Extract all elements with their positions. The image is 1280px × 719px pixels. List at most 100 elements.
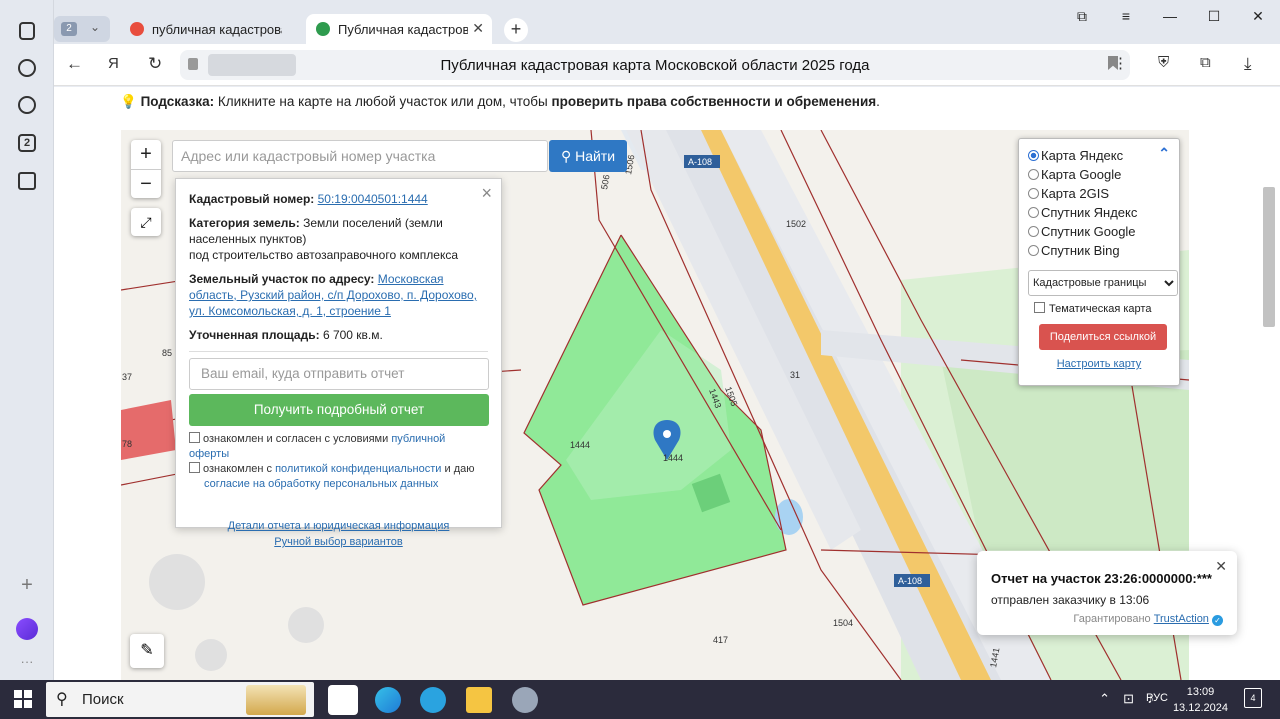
lightbulb-icon: 💡: [120, 94, 137, 109]
search-icon: ⚲: [560, 148, 576, 164]
parcel-label: 1504: [833, 618, 853, 628]
fullscreen-icon[interactable]: ⤢: [131, 208, 161, 236]
privacy-policy-link[interactable]: политикой конфиденциальности: [275, 463, 441, 475]
back-icon[interactable]: ←: [66, 54, 83, 74]
edge-taskbar-icon[interactable]: [375, 687, 401, 713]
radio[interactable]: [1028, 245, 1039, 256]
radio[interactable]: [1028, 169, 1039, 180]
file-explorer-taskbar-icon[interactable]: [466, 687, 492, 713]
map-settings-link[interactable]: Настроить карту: [1028, 358, 1170, 370]
area-value: 6 700 кв.м.: [322, 328, 383, 342]
layer-option-google-map[interactable]: Карта Google: [1028, 165, 1170, 184]
history-icon[interactable]: [14, 92, 40, 118]
tank: [149, 554, 205, 610]
tab-count-badge: 2: [61, 22, 77, 36]
parcel-label: 78: [122, 439, 132, 449]
extensions-icon[interactable]: ⧉: [1200, 54, 1211, 71]
get-report-button[interactable]: Получить подробный отчет: [189, 394, 489, 426]
new-tab-button[interactable]: +: [504, 18, 528, 42]
layer-option-2gis-map[interactable]: Карта 2GIS: [1028, 184, 1170, 203]
toast-subtitle: отправлен заказчику в 13:06: [991, 593, 1150, 607]
offer-checkbox[interactable]: [189, 432, 200, 443]
trustaction-link[interactable]: TrustAction: [1154, 613, 1209, 625]
clock[interactable]: 13:09 13.12.2024: [1173, 684, 1228, 716]
manual-selection-link[interactable]: Ручной выбор вариантов: [274, 536, 402, 548]
close-tab-icon[interactable]: ✕: [472, 20, 484, 37]
reload-icon[interactable]: ↻: [148, 54, 162, 74]
chevron-down-icon: ⌄: [90, 20, 101, 34]
windows-taskbar: ⚲ Поиск ⌃ ⊡ ♪ РУС 13:09 13.12.2024 4: [0, 680, 1280, 719]
alice-assistant-icon[interactable]: [14, 616, 40, 642]
yandex-browser-taskbar-icon[interactable]: [328, 685, 358, 715]
close-toast-icon[interactable]: ✕: [1215, 558, 1227, 575]
tabs-counter-icon[interactable]: 2: [14, 130, 40, 156]
layer-option-google-satellite[interactable]: Спутник Google: [1028, 222, 1170, 241]
zoom-out-button[interactable]: −: [131, 169, 161, 198]
clock-date: 13.12.2024: [1172, 702, 1228, 714]
road-label: А-108: [898, 576, 922, 586]
notifications-icon[interactable]: 4: [1244, 688, 1262, 708]
windows-start-icon[interactable]: [14, 690, 32, 708]
layer-label: Спутник Яндекс: [1041, 205, 1138, 220]
chevron-up-icon[interactable]: ⌃: [1158, 145, 1170, 162]
more-vertical-icon[interactable]: ⋮: [1113, 54, 1128, 72]
network-icon[interactable]: ⊡: [1123, 691, 1134, 707]
personal-data-link[interactable]: согласие на обработку персональных данны…: [204, 478, 438, 490]
yandex-home-icon[interactable]: Я: [108, 55, 119, 72]
radio-selected[interactable]: [1028, 150, 1039, 161]
taskbar-search[interactable]: ⚲ Поиск: [46, 682, 314, 717]
close-icon[interactable]: ×: [481, 183, 492, 204]
telegram-taskbar-icon[interactable]: [420, 687, 446, 713]
zoom-control: + −: [131, 140, 161, 198]
privacy-checkbox[interactable]: [189, 462, 200, 473]
more-icon[interactable]: ···: [14, 648, 40, 674]
layer-option-yandex-satellite[interactable]: Спутник Яндекс: [1028, 203, 1170, 222]
report-details-link[interactable]: Детали отчета и юридическая информация: [228, 520, 450, 532]
page-scrollbar[interactable]: [1258, 87, 1280, 680]
radio[interactable]: [1028, 226, 1039, 237]
tab-manager-icon[interactable]: ⧉: [1060, 8, 1104, 25]
thematic-checkbox[interactable]: [1034, 302, 1045, 313]
address-search-input[interactable]: Адрес или кадастровый номер участка: [172, 140, 548, 172]
search-button[interactable]: ⚲ Найти: [549, 140, 627, 172]
email-field[interactable]: Ваш email, куда отправить отчет: [189, 358, 489, 390]
address-label: Земельный участок по адресу:: [189, 272, 375, 286]
ruler-icon[interactable]: ✎: [130, 634, 164, 668]
play-icon[interactable]: [14, 55, 40, 81]
cadastral-number-link[interactable]: 50:19:0040501:1444: [318, 192, 428, 206]
download-icon[interactable]: ⤓: [1244, 54, 1252, 74]
screenshot-icon[interactable]: [14, 168, 40, 194]
layer-option-yandex-map[interactable]: Карта Яндекс: [1028, 146, 1170, 165]
close-window-button[interactable]: ✕: [1236, 8, 1280, 25]
parcel-label: 1502: [786, 219, 806, 229]
minimize-button[interactable]: —: [1148, 8, 1192, 25]
overlay-select[interactable]: Кадастровые границы: [1028, 270, 1178, 296]
tab-inactive[interactable]: публичная кадастровая к: [120, 14, 300, 44]
hint-emphasis: проверить права собственности и обремене…: [551, 94, 877, 109]
radio[interactable]: [1028, 188, 1039, 199]
check-favicon-icon: [316, 22, 330, 36]
share-link-button[interactable]: Поделиться ссылкой: [1039, 324, 1167, 350]
protect-icon[interactable]: ⛨: [1158, 54, 1169, 71]
tab-active[interactable]: Публичная кадастровая ✕: [306, 14, 492, 44]
collections-icon[interactable]: [14, 18, 40, 44]
add-panel-icon[interactable]: +: [14, 572, 40, 598]
address-bar[interactable]: Публичная кадастровая карта Московской о…: [180, 50, 1130, 80]
hint-label: Подсказка:: [140, 94, 215, 109]
layer-label: Карта 2GIS: [1041, 186, 1110, 201]
verified-icon: ✓: [1212, 615, 1223, 626]
tab-label: Публичная кадастровая: [338, 21, 468, 37]
privacy-text: ознакомлен с: [203, 463, 276, 475]
parcel-label: 506: [599, 174, 611, 191]
maximize-button[interactable]: ☐: [1192, 8, 1236, 25]
menu-icon[interactable]: ≡: [1104, 8, 1148, 25]
show-hidden-icon[interactable]: ⌃: [1099, 691, 1110, 707]
layer-option-bing-satellite[interactable]: Спутник Bing: [1028, 241, 1170, 260]
scrollbar-thumb[interactable]: [1263, 187, 1275, 327]
tab-group-button[interactable]: 2 ⌄: [54, 16, 110, 42]
tank: [288, 607, 324, 643]
zoom-in-button[interactable]: +: [131, 140, 161, 169]
radio[interactable]: [1028, 207, 1039, 218]
app-taskbar-icon[interactable]: [512, 687, 538, 713]
language-indicator[interactable]: РУС: [1146, 692, 1168, 704]
